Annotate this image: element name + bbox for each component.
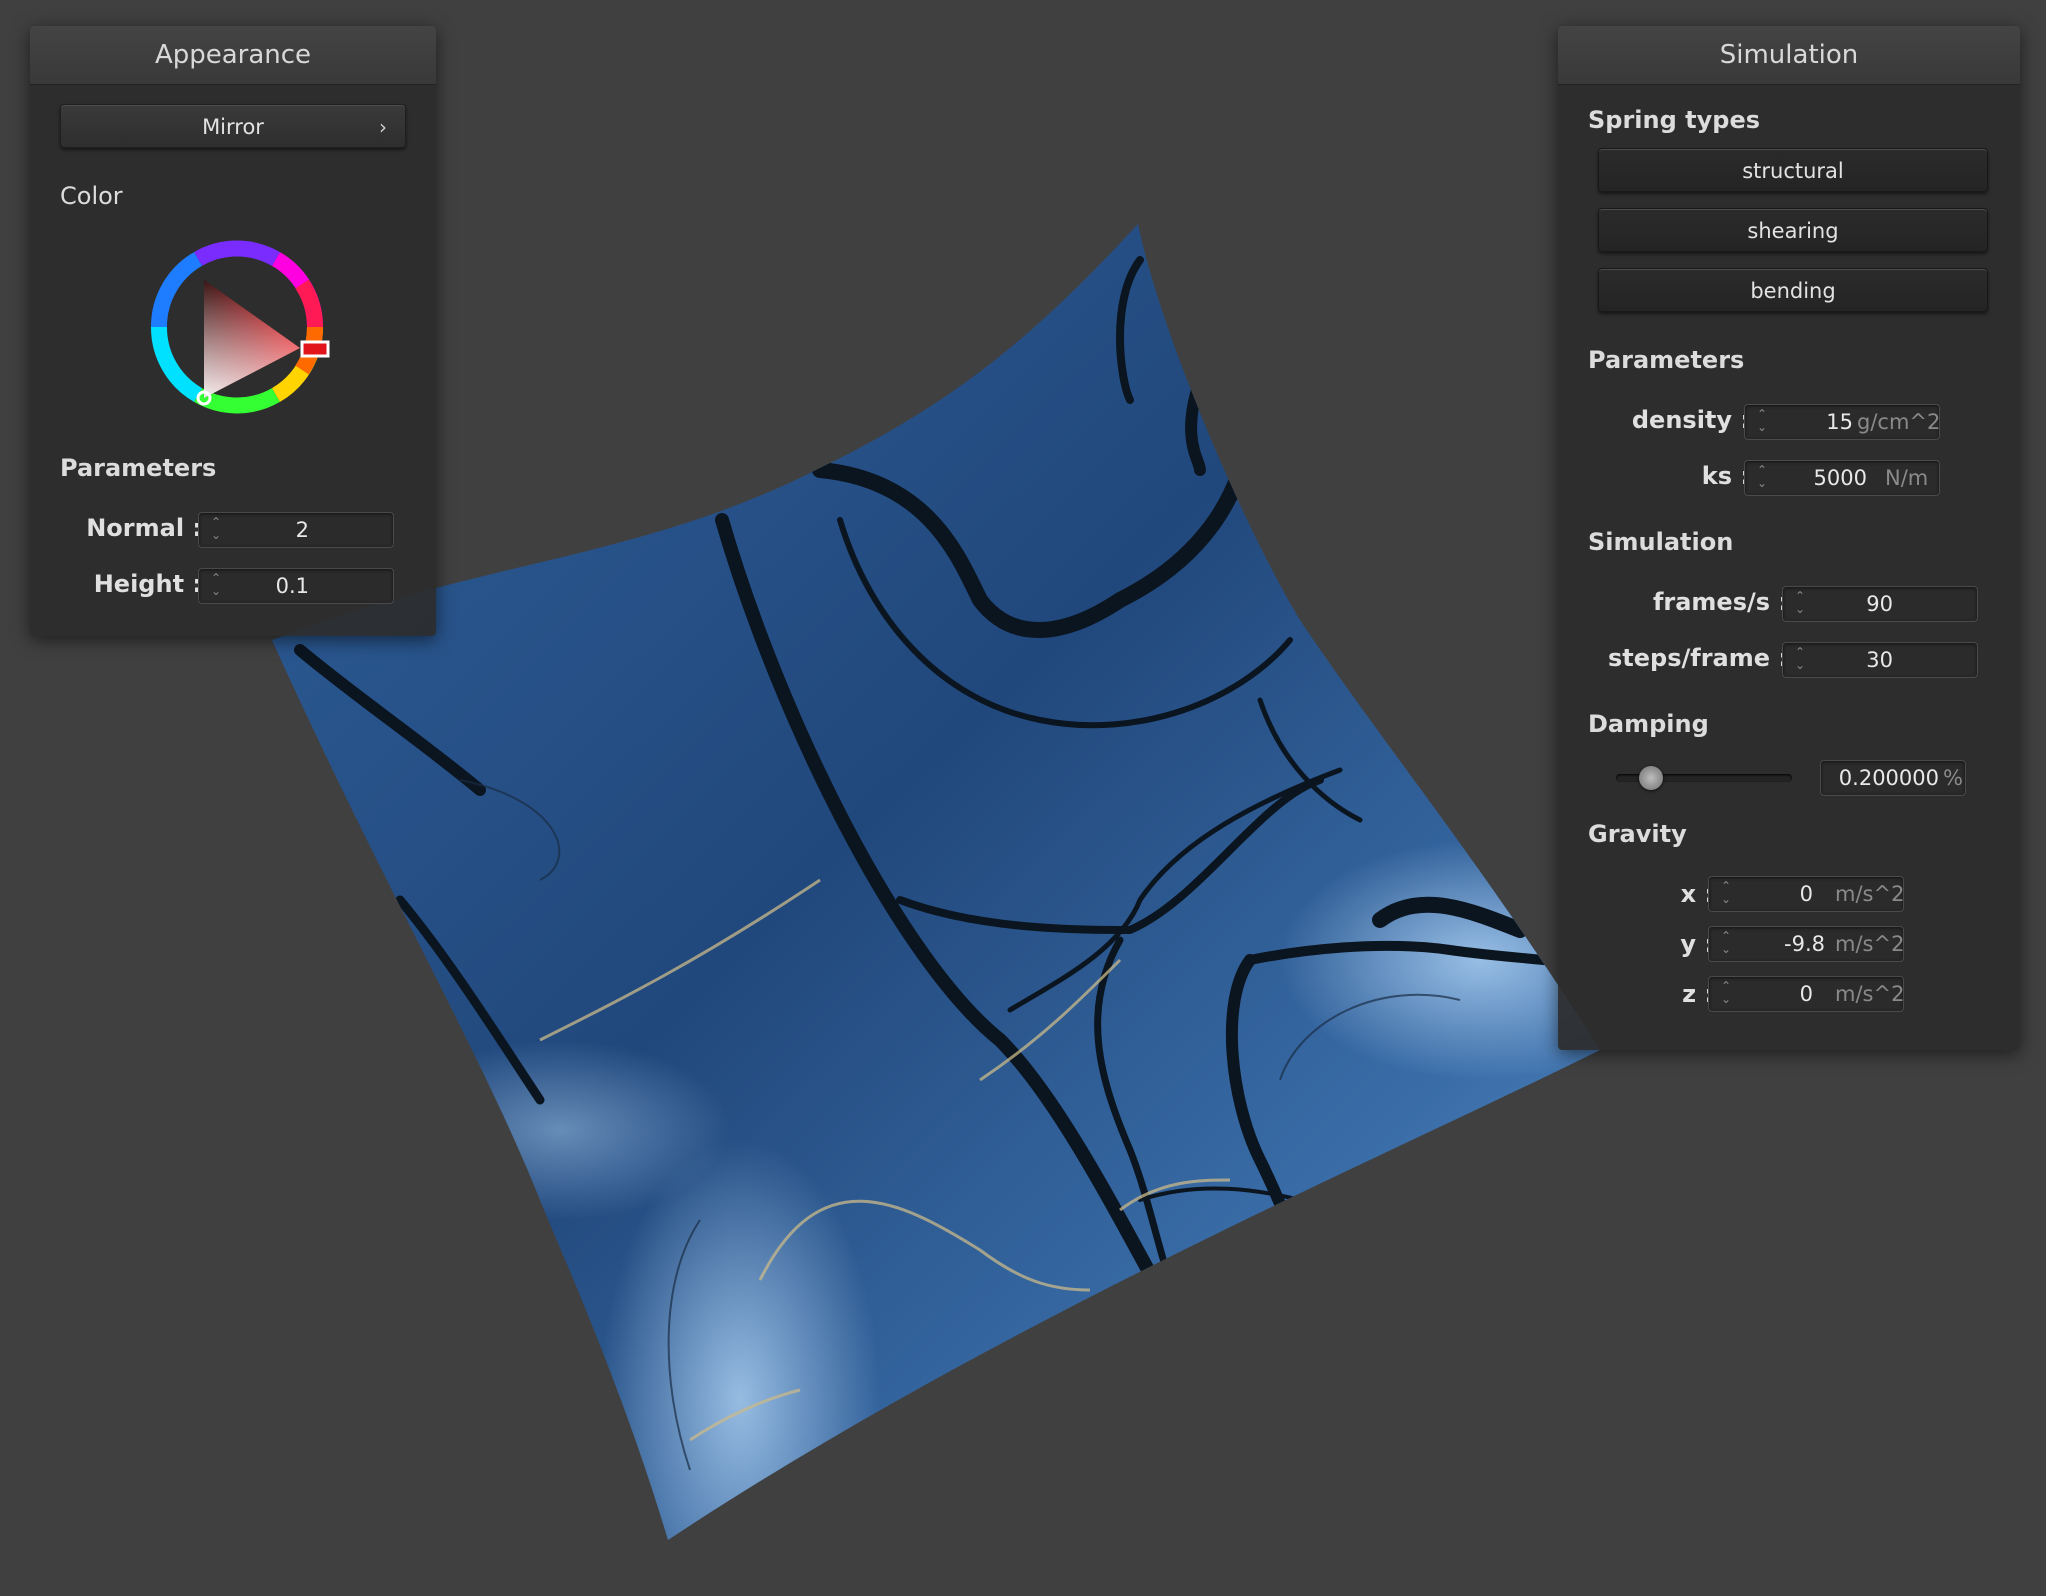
gravity-y-label: y : bbox=[1680, 930, 1714, 958]
simulation-panel: Simulation Spring types structural shear… bbox=[1558, 26, 2020, 1050]
steps-per-frame-label: steps/frame : bbox=[1608, 644, 1788, 672]
appearance-panel: Appearance Mirror › Color Parameters Nor… bbox=[30, 26, 436, 636]
density-value: 15 bbox=[1826, 410, 1853, 434]
bending-spring-toggle[interactable]: bending bbox=[1598, 268, 1988, 312]
simulation-panel-title: Simulation bbox=[1558, 26, 2020, 85]
normal-label: Normal : bbox=[86, 514, 202, 542]
gravity-x-spinner[interactable]: ⌃ ⌄ 0 m/s^2 bbox=[1708, 876, 1904, 912]
gravity-y-unit: m/s^2 bbox=[1835, 932, 1905, 956]
color-wheel[interactable] bbox=[142, 232, 332, 422]
shader-mirror-button[interactable]: Mirror › bbox=[60, 104, 406, 148]
density-spinner[interactable]: ⌃ ⌄ 15 g/cm^2 bbox=[1744, 404, 1940, 440]
spring-types-label: Spring types bbox=[1588, 106, 1761, 134]
gravity-y-spinner[interactable]: ⌃ ⌄ -9.8 m/s^2 bbox=[1708, 926, 1904, 962]
gravity-y-value: -9.8 bbox=[1784, 932, 1825, 956]
ks-label: ks : bbox=[1701, 462, 1750, 490]
damping-unit: % bbox=[1943, 766, 1963, 790]
gravity-label: Gravity bbox=[1588, 820, 1687, 848]
frames-per-second-spinner[interactable]: ⌃ ⌄ 90 bbox=[1782, 586, 1978, 622]
height-label: Height : bbox=[93, 570, 202, 598]
gravity-x-value: 0 bbox=[1799, 882, 1813, 906]
appearance-panel-title: Appearance bbox=[30, 26, 436, 85]
density-unit: g/cm^2 bbox=[1857, 410, 1941, 434]
hue-selector-handle[interactable] bbox=[300, 340, 330, 358]
damping-value: 0.200000 bbox=[1838, 766, 1939, 790]
steps-per-frame-value: 30 bbox=[1866, 648, 1893, 672]
damping-label: Damping bbox=[1588, 710, 1709, 738]
gravity-z-label: z : bbox=[1682, 980, 1714, 1008]
density-label: density : bbox=[1631, 406, 1750, 434]
simulation-group-label: Simulation bbox=[1588, 528, 1734, 556]
gravity-z-spinner[interactable]: ⌃ ⌄ 0 m/s^2 bbox=[1708, 976, 1904, 1012]
ks-spinner[interactable]: ⌃ ⌄ 5000 N/m bbox=[1744, 460, 1940, 496]
ks-value: 5000 bbox=[1813, 466, 1867, 490]
normal-spinner[interactable]: ⌃ ⌄ 2 bbox=[198, 512, 394, 548]
damping-slider-knob[interactable] bbox=[1639, 766, 1664, 790]
cloth-surface bbox=[272, 224, 1600, 1540]
frames-per-second-label: frames/s : bbox=[1652, 588, 1788, 616]
height-value: 0.1 bbox=[275, 574, 309, 598]
damping-slider[interactable] bbox=[1616, 764, 1792, 792]
appearance-parameters-label: Parameters bbox=[60, 454, 217, 482]
height-spinner[interactable]: ⌃ ⌄ 0.1 bbox=[198, 568, 394, 604]
simulation-parameters-label: Parameters bbox=[1588, 346, 1745, 374]
chevron-right-icon: › bbox=[379, 115, 387, 139]
gravity-x-label: x : bbox=[1680, 880, 1714, 908]
ks-unit: N/m bbox=[1885, 466, 1929, 490]
color-group-label: Color bbox=[60, 182, 123, 210]
shearing-spring-toggle[interactable]: shearing bbox=[1598, 208, 1988, 252]
damping-value-box[interactable]: 0.200000 % bbox=[1820, 760, 1966, 796]
shader-mirror-label: Mirror bbox=[202, 115, 264, 139]
gravity-z-unit: m/s^2 bbox=[1835, 982, 1905, 1006]
normal-value: 2 bbox=[295, 518, 309, 542]
gravity-z-value: 0 bbox=[1799, 982, 1813, 1006]
gravity-x-unit: m/s^2 bbox=[1835, 882, 1905, 906]
frames-per-second-value: 90 bbox=[1866, 592, 1893, 616]
steps-per-frame-spinner[interactable]: ⌃ ⌄ 30 bbox=[1782, 642, 1978, 678]
structural-spring-toggle[interactable]: structural bbox=[1598, 148, 1988, 192]
